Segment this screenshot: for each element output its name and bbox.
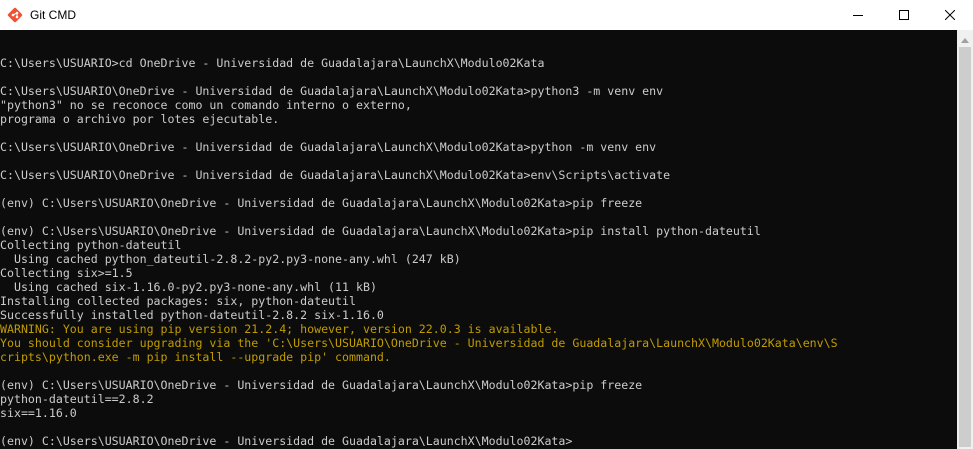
console-line: Successfully installed python-dateutil-2… [0, 308, 384, 322]
console-line: Collecting python-dateutil [0, 238, 182, 252]
console-line: C:\Users\USUARIO>cd OneDrive - Universid… [0, 56, 545, 70]
console-line: Installing collected packages: six, pyth… [0, 294, 356, 308]
maximize-icon [899, 10, 909, 20]
console-output[interactable]: C:\Users\USUARIO>cd OneDrive - Universid… [0, 30, 957, 449]
chevron-up-icon [961, 30, 969, 48]
console-line: (env) C:\Users\USUARIO\OneDrive - Univer… [0, 434, 573, 448]
git-diamond-icon [7, 7, 23, 23]
console-line: Using cached six-1.16.0-py2.py3-none-any… [0, 280, 377, 294]
minimize-button[interactable] [835, 0, 881, 30]
console-warning-line: WARNING: You are using pip version 21.2.… [0, 322, 559, 336]
close-icon [945, 10, 955, 20]
console-line: C:\Users\USUARIO\OneDrive - Universidad … [0, 168, 671, 182]
window-title: Git CMD [30, 8, 76, 22]
console-line: (env) C:\Users\USUARIO\OneDrive - Univer… [0, 224, 761, 238]
console-line: programa o archivo por lotes ejecutable. [0, 112, 280, 126]
console-line: Using cached python_dateutil-2.8.2-py2.p… [0, 252, 461, 266]
vertical-scrollbar[interactable] [957, 30, 973, 449]
console-line: C:\Users\USUARIO\OneDrive - Universidad … [0, 140, 657, 154]
git-cmd-window: Git CMD C:\Users\USUARIO>cd OneDrive - U… [0, 0, 973, 449]
console-warning-line: You should consider upgrading via the 'C… [0, 336, 838, 350]
minimize-icon [853, 10, 863, 20]
console-line: python-dateutil==2.8.2 [0, 392, 154, 406]
scroll-up-button[interactable] [957, 30, 973, 47]
console-warning-line: cripts\python.exe -m pip install --upgra… [0, 350, 391, 364]
console-line: "python3" no se reconoce como un comando… [0, 98, 412, 112]
console-line: C:\Users\USUARIO\OneDrive - Universidad … [0, 84, 664, 98]
maximize-button[interactable] [881, 0, 927, 30]
title-bar[interactable]: Git CMD [0, 0, 973, 30]
console-lines: C:\Users\USUARIO>cd OneDrive - Universid… [0, 42, 838, 448]
close-button[interactable] [927, 0, 973, 30]
console-line: six==1.16.0 [0, 406, 77, 420]
console-line: (env) C:\Users\USUARIO\OneDrive - Univer… [0, 378, 643, 392]
scroll-thumb[interactable] [959, 47, 971, 447]
console-line: (env) C:\Users\USUARIO\OneDrive - Univer… [0, 196, 643, 210]
console-line: Collecting six>=1.5 [0, 266, 133, 280]
